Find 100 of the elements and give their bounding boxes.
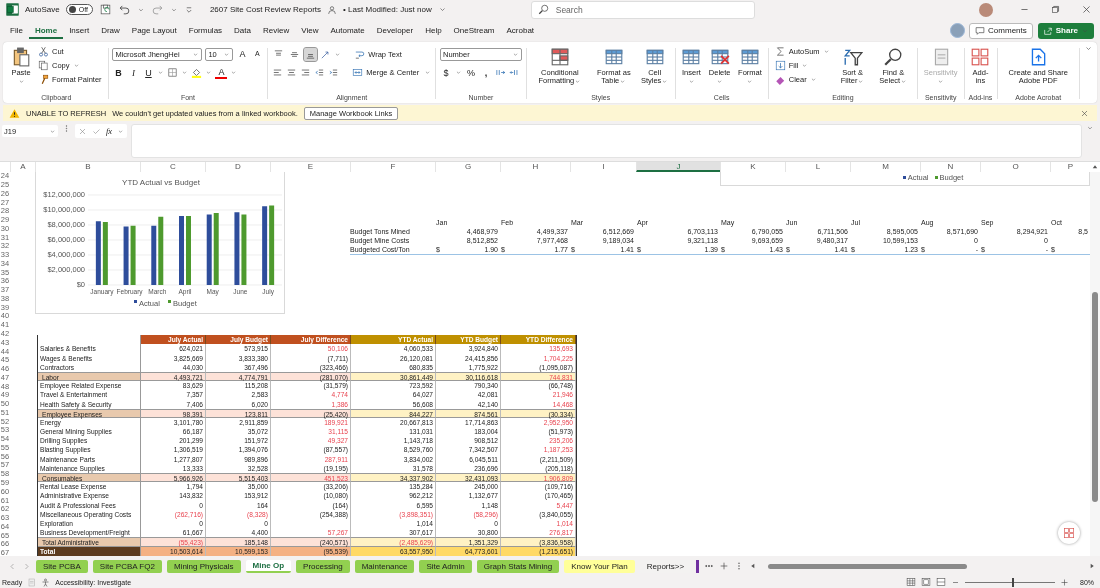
caret-icon[interactable] bbox=[205, 69, 213, 77]
caret-icon[interactable] bbox=[455, 69, 462, 77]
bar bbox=[186, 216, 191, 286]
clipboard-icon bbox=[11, 46, 31, 67]
menu-tab[interactable]: File bbox=[4, 22, 29, 39]
eraser-icon bbox=[774, 74, 786, 86]
menu-tab[interactable]: OneStream bbox=[447, 22, 501, 39]
caret-icon bbox=[822, 48, 830, 56]
caret-icon[interactable] bbox=[334, 50, 342, 58]
scroll-right-icon[interactable] bbox=[1088, 562, 1096, 571]
scissors-icon bbox=[38, 46, 49, 58]
underline-button[interactable]: U bbox=[142, 66, 155, 79]
comma-button[interactable]: , bbox=[480, 66, 492, 79]
caret-icon[interactable] bbox=[117, 127, 125, 135]
align-left-icon[interactable] bbox=[272, 67, 284, 79]
sheet-tab[interactable]: Site Admin bbox=[419, 559, 472, 573]
grow-font-button[interactable]: A bbox=[236, 48, 249, 61]
formula-input[interactable] bbox=[131, 124, 1082, 159]
sheet-tab[interactable]: Mine Op bbox=[245, 559, 292, 573]
search-icon bbox=[537, 4, 549, 16]
sheet-tab[interactable]: Maintenance bbox=[354, 559, 415, 573]
menu-tab[interactable]: Review bbox=[257, 22, 296, 39]
bold-button[interactable]: B bbox=[112, 66, 125, 79]
align-right-icon[interactable] bbox=[300, 67, 312, 79]
page-layout-icon[interactable] bbox=[921, 577, 931, 588]
sheet-tab[interactable]: Know Your Plan bbox=[564, 559, 635, 573]
enter-icon[interactable] bbox=[92, 126, 101, 136]
menu-tab[interactable]: Insert bbox=[63, 22, 96, 39]
currency-button[interactable]: $ bbox=[440, 66, 452, 79]
sheet-tab[interactable]: Processing bbox=[296, 559, 350, 573]
caret-icon[interactable] bbox=[424, 69, 432, 77]
undo-icon[interactable] bbox=[117, 3, 131, 17]
menu-tab[interactable]: Help bbox=[419, 22, 448, 39]
avatar[interactable] bbox=[979, 2, 993, 17]
share-icon bbox=[1042, 25, 1053, 36]
add-ins-icon bbox=[970, 46, 991, 67]
sheet-tab[interactable]: Site PCBA FQ2 bbox=[92, 559, 162, 573]
caret-icon bbox=[223, 50, 231, 58]
search-field[interactable]: Search bbox=[530, 0, 755, 19]
borders-icon[interactable] bbox=[167, 67, 179, 79]
caret-icon bbox=[857, 77, 865, 85]
caret-icon[interactable] bbox=[230, 69, 238, 77]
orientation-icon[interactable] bbox=[320, 48, 332, 60]
sheet-tab[interactable]: Site PCBA bbox=[36, 559, 88, 573]
restore-icon[interactable] bbox=[1050, 4, 1061, 16]
decrease-indent-icon[interactable] bbox=[314, 67, 326, 79]
percent-button[interactable]: % bbox=[465, 66, 477, 79]
caret-icon bbox=[192, 50, 200, 58]
close-icon[interactable] bbox=[1081, 4, 1092, 16]
bar bbox=[179, 216, 184, 286]
italic-button[interactable]: I bbox=[127, 66, 140, 79]
menu-tab[interactable]: Data bbox=[228, 22, 257, 39]
caret-icon[interactable] bbox=[157, 69, 165, 77]
share-button[interactable]: Share bbox=[1037, 22, 1094, 39]
menu-tab[interactable]: Formulas bbox=[182, 22, 229, 39]
menu-tab[interactable]: View bbox=[295, 22, 325, 39]
vertical-align-button[interactable] bbox=[304, 47, 318, 61]
scrollbar-thumb[interactable] bbox=[768, 563, 968, 569]
avatar[interactable] bbox=[950, 23, 966, 39]
menu-tab[interactable]: Home bbox=[28, 22, 64, 39]
customize-icon[interactable] bbox=[183, 4, 194, 15]
fill-color-icon[interactable] bbox=[191, 67, 203, 79]
copy-icon bbox=[38, 60, 49, 72]
sigma-icon bbox=[774, 46, 786, 58]
copilot-icon[interactable] bbox=[1058, 522, 1080, 545]
comments-button[interactable]: Comments bbox=[969, 22, 1033, 39]
menu-tab[interactable]: Page Layout bbox=[125, 22, 183, 39]
menu-tab[interactable]: Automate bbox=[324, 22, 371, 39]
font-color-button[interactable]: A bbox=[215, 66, 228, 79]
save-icon[interactable] bbox=[98, 3, 112, 17]
last-modified[interactable]: • Last Modified: Just now bbox=[343, 5, 432, 15]
sheet-tab[interactable]: Graph Stats Mining bbox=[476, 559, 560, 573]
cancel-icon[interactable] bbox=[78, 126, 87, 136]
caret-icon bbox=[512, 50, 519, 58]
normal-view-icon[interactable] bbox=[906, 577, 916, 588]
menu-tab[interactable]: Draw bbox=[95, 22, 126, 39]
redo-icon[interactable] bbox=[150, 3, 164, 17]
fill-down-icon bbox=[774, 60, 786, 72]
caret-icon[interactable] bbox=[181, 69, 189, 77]
caret-icon bbox=[746, 77, 754, 85]
menu-tab[interactable]: Developer bbox=[370, 22, 420, 39]
add-sheet-icon[interactable] bbox=[719, 561, 730, 572]
zoom-thumb[interactable] bbox=[1011, 577, 1014, 587]
caret-icon bbox=[716, 77, 724, 85]
caret-icon bbox=[661, 77, 669, 85]
chart-title: YTD Actual vs Budget bbox=[122, 178, 200, 188]
close-icon[interactable] bbox=[1080, 108, 1089, 118]
caret-icon bbox=[574, 77, 582, 85]
align-center-icon[interactable] bbox=[286, 67, 298, 79]
search-input[interactable]: Search bbox=[553, 3, 728, 16]
comment-icon bbox=[975, 25, 986, 36]
increase-indent-icon[interactable] bbox=[328, 67, 340, 79]
column-header[interactable]: J bbox=[636, 162, 720, 173]
zoom-in-icon[interactable] bbox=[1060, 577, 1069, 587]
page-break-icon[interactable] bbox=[936, 577, 946, 588]
insert-function-button[interactable]: fx bbox=[106, 126, 113, 137]
scrollbar-thumb[interactable] bbox=[1092, 292, 1098, 503]
menu-tab[interactable]: Acrobat bbox=[500, 22, 541, 39]
sheet-tab[interactable]: Mining Physicals bbox=[166, 559, 241, 573]
legend-swatch bbox=[134, 300, 137, 304]
